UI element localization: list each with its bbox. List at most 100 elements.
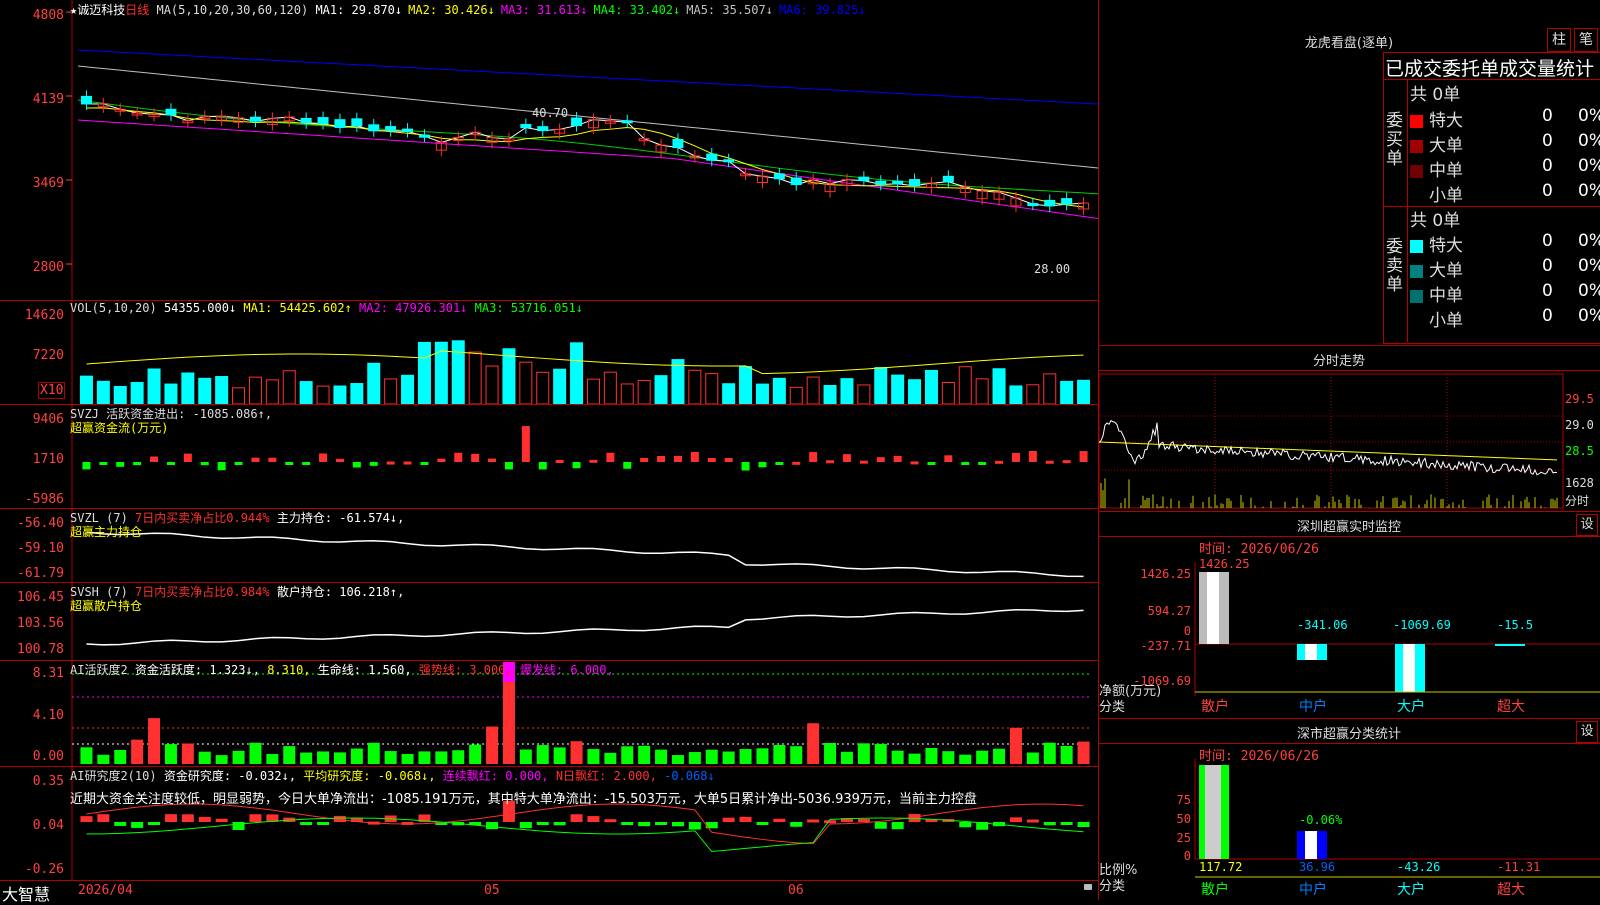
volume-panel[interactable]: VOL(5,10,20) 54355.000↓ MA1: 54425.602↑ …: [0, 300, 1098, 405]
stock-name[interactable]: ★诚迈科技: [70, 3, 125, 17]
ma-value-1: MA1: 29.870↓: [315, 3, 403, 17]
sell-row-l[interactable]: 大单 0 0%: [1410, 256, 1600, 281]
activity-bar: [587, 749, 600, 764]
svsh-panel[interactable]: SVSH (7) 7日内买卖净占比0.984% 散户持仓: 106.218↑, …: [0, 582, 1098, 661]
ai-active-legend: AI活跃度2 资金活跃度: 1.323↓, 8.310, 生命线: 1.560,…: [70, 661, 614, 678]
flow-bar: [1062, 460, 1071, 464]
aia-y-label: 4.10: [32, 708, 64, 723]
sell-side-label: 委卖单: [1386, 237, 1403, 295]
szc-y-label: 25: [1176, 831, 1191, 845]
buy-row-m[interactable]: 中单 0 0%: [1410, 156, 1600, 181]
xl-bar: [1495, 644, 1525, 646]
buy-m-swatch: [1410, 164, 1423, 178]
flow-bar: [927, 462, 936, 465]
buy-row-l[interactable]: 大单 0 0%: [1410, 131, 1600, 156]
kline-chart[interactable]: [0, 0, 1098, 300]
flow-bar: [842, 454, 851, 462]
buy-side-label: 委买单: [1386, 111, 1403, 169]
period-label[interactable]: 日线: [125, 3, 149, 17]
flow-bar: [369, 462, 378, 466]
flow-bar: [504, 462, 513, 470]
date-label: 05: [484, 883, 500, 898]
research-bar: [655, 822, 668, 825]
svzj-panel[interactable]: SVZJ 活跃资金进出: -1085.086↑, 超赢资金流(万元) 9406 …: [0, 404, 1098, 509]
svzl-panel[interactable]: SVZL (7) 7日内买卖净占比0.944% 主力持仓: -61.574↓, …: [0, 508, 1098, 583]
ai-research-panel[interactable]: AI研究度2(10) 资金研究度: -0.032↓, 平均研究度: -0.068…: [0, 766, 1098, 880]
activity-bar: [418, 751, 431, 764]
svzj-y-label: -5986: [24, 492, 64, 507]
flow-bar: [944, 455, 953, 462]
row-pct: 0%: [1578, 231, 1600, 251]
vol-params: VOL(5,10,20): [70, 301, 157, 315]
intraday-y-label: 29.5: [1565, 392, 1594, 406]
flow-bar: [589, 459, 598, 463]
svzl-sub: 超赢主力持仓: [70, 525, 143, 539]
date-bar[interactable]: 大智慧 2026/04 05 06: [0, 880, 1098, 904]
row-count: 0: [1542, 131, 1553, 151]
activity-bar: [114, 749, 127, 764]
flow-bar: [437, 458, 446, 462]
sell-row-xl[interactable]: 特大 0 0%: [1410, 231, 1600, 256]
ma-values: MA1: 29.870↓ MA2: 30.426↓ MA3: 31.613↓ MA4:…: [315, 3, 871, 17]
flow-bar: [910, 461, 919, 465]
activity-bar: [164, 744, 177, 764]
intraday-panel[interactable]: 分时走势 29.5 29.0 28.5 1628 分时: [1099, 345, 1600, 512]
buy-row-xl[interactable]: 特大 0 0%: [1410, 106, 1600, 131]
longhu-title: 龙虎看盘(逐单): [1304, 36, 1394, 51]
volume-chart[interactable]: [0, 300, 1098, 404]
flow-bar: [285, 462, 294, 465]
air-b: 平均研究度: -0.068↓,: [303, 769, 436, 783]
flow-bar: [420, 462, 429, 465]
volume-bar: [553, 368, 567, 404]
air-c: 连续飘红: 0.000,: [442, 769, 549, 783]
szc-value-label: 117.72: [1199, 860, 1243, 874]
volume-bar: [1043, 373, 1057, 404]
lock-icon[interactable]: [1084, 884, 1092, 890]
kline-panel[interactable]: ★诚迈科技日线 MA(5,10,20,30,60,120) MA1: 29.87…: [0, 0, 1098, 301]
research-bar: [300, 822, 313, 825]
research-bar: [215, 818, 228, 822]
candle-body: [334, 119, 346, 128]
research-bar: [553, 822, 566, 826]
activity-bar: [266, 753, 279, 764]
activity-bar: [300, 752, 313, 764]
szc-cat-label: 大户: [1397, 882, 1425, 898]
date-label: 06: [788, 883, 804, 898]
buy-row-s[interactable]: 小单 0 0%: [1410, 181, 1600, 206]
volume-bar: [451, 340, 465, 404]
ai-active-panel[interactable]: AI活跃度2 资金活跃度: 1.323↓, 8.310, 生命线: 1.560,…: [0, 660, 1098, 767]
bar-mode-button[interactable]: 柱: [1547, 28, 1571, 52]
activity-bar: [401, 753, 414, 764]
sell-row-m[interactable]: 中单 0 0%: [1410, 281, 1600, 306]
tick-mode-button[interactable]: 笔: [1574, 28, 1598, 52]
volume-bar: [789, 386, 803, 404]
sell-row-s[interactable]: 小单 0 0%: [1410, 306, 1600, 331]
svsh-y-label: 103.56: [17, 616, 64, 631]
row-count: 0: [1542, 106, 1553, 126]
flow-bar: [1045, 460, 1054, 464]
flow-bar: [741, 462, 750, 471]
flow-bar: [792, 461, 801, 465]
flow-bar: [335, 458, 344, 462]
candle-body: [1027, 203, 1039, 207]
activity-bar: [722, 751, 735, 764]
intraday-chart[interactable]: [1099, 370, 1600, 512]
szc-y-label: 75: [1176, 793, 1191, 807]
flow-bar: [150, 456, 159, 462]
research-bar: [570, 814, 583, 822]
research-bar: [621, 822, 634, 825]
ai-research-legend: AI研究度2(10) 资金研究度: -0.032↓, 平均研究度: -0.068…: [70, 767, 715, 784]
activity-bar: [671, 755, 684, 764]
activity-bar: [857, 743, 870, 764]
row-label: 大单: [1429, 136, 1463, 156]
sz-class-panel[interactable]: 深市超赢分类统计 设 时间: 2026/06/26 75 50 25 0 -0.…: [1099, 718, 1600, 901]
flow-bar: [352, 462, 361, 468]
activity-bar: [97, 754, 110, 764]
low-price-label: 28.00: [1034, 262, 1071, 276]
sz-monitor-panel[interactable]: 深圳超赢实时监控 设 时间: 2026/06/26 1426.25 594.27…: [1099, 511, 1600, 719]
szm-value-label: 1426.25: [1199, 557, 1250, 571]
candle-body: [165, 108, 177, 116]
air-a: 资金研究度: -0.032↓,: [163, 769, 297, 783]
volume-bar: [350, 383, 364, 404]
research-bar: [114, 822, 127, 826]
